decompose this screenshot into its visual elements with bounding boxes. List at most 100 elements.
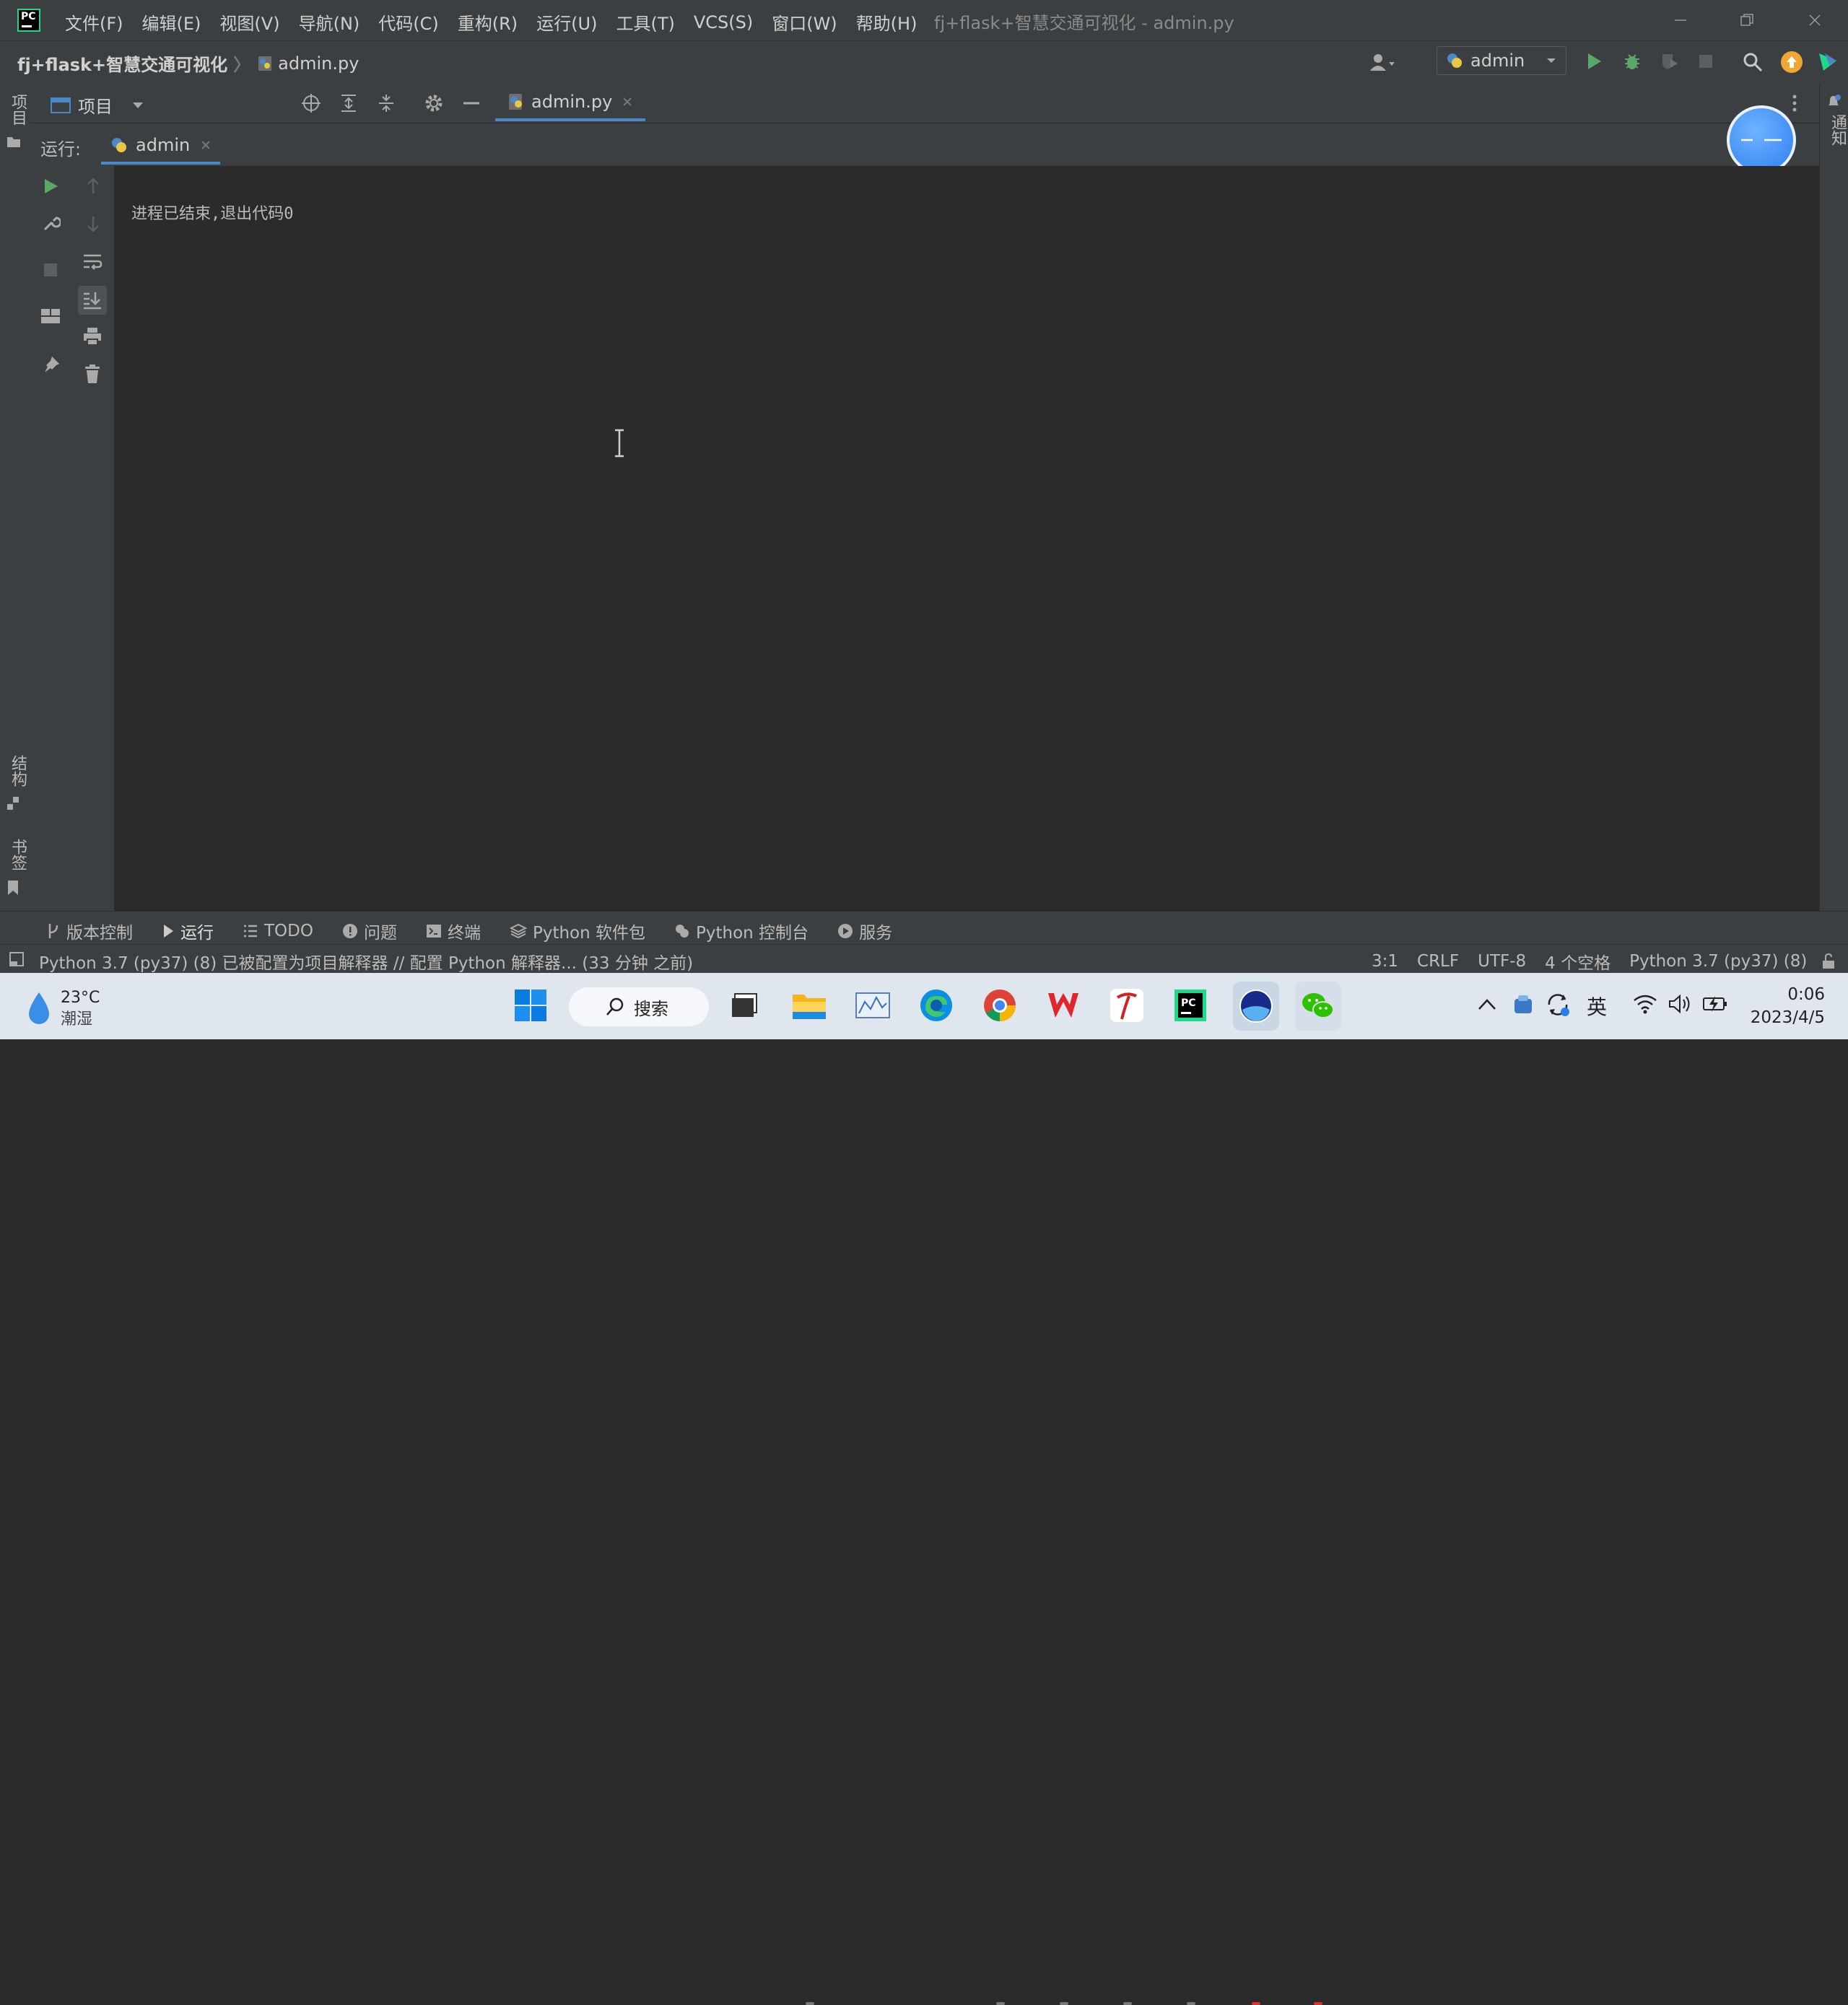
tab-todo[interactable]: TODO bbox=[243, 922, 313, 940]
soft-wrap-button[interactable] bbox=[82, 253, 103, 271]
project-view-selector[interactable]: 项目 bbox=[51, 92, 144, 118]
minimize-button[interactable] bbox=[1647, 0, 1714, 40]
run-label: 运行: bbox=[40, 139, 82, 160]
restore-button[interactable] bbox=[1714, 0, 1780, 40]
status-message[interactable]: Python 3.7 (py37) (8) 已被配置为项目解释器 // 配置 P… bbox=[39, 949, 693, 974]
print-button[interactable] bbox=[82, 326, 103, 346]
wps-office-app[interactable] bbox=[1042, 984, 1084, 1026]
input-method-indicator[interactable]: 英 bbox=[1587, 992, 1607, 1021]
tab-python-console[interactable]: Python 控制台 bbox=[674, 919, 808, 943]
close-tab-icon[interactable] bbox=[200, 139, 212, 151]
scroll-to-end-icon bbox=[84, 292, 101, 310]
unlock-icon[interactable] bbox=[1821, 953, 1836, 970]
pin-tab-button[interactable] bbox=[42, 355, 61, 374]
coverage-button[interactable] bbox=[1660, 52, 1679, 71]
menu-run[interactable]: 运行(U) bbox=[536, 9, 597, 35]
hide-panel-button[interactable] bbox=[461, 92, 482, 114]
line-separator[interactable]: CRLF bbox=[1417, 952, 1459, 971]
clock[interactable]: 0:06 2023/4/5 bbox=[1745, 983, 1825, 1029]
editor-tab-admin[interactable]: admin.py bbox=[495, 85, 646, 121]
tab-version-control[interactable]: 版本控制 bbox=[46, 919, 133, 943]
tab-run-label: 运行 bbox=[180, 924, 214, 943]
task-view-button[interactable] bbox=[723, 984, 765, 1026]
tray-app-icon[interactable] bbox=[1512, 993, 1535, 1016]
tab-problems[interactable]: 问题 bbox=[342, 919, 397, 943]
folder-icon bbox=[7, 137, 20, 147]
breadcrumb-file[interactable]: admin.py bbox=[278, 53, 359, 74]
tab-services[interactable]: 服务 bbox=[837, 919, 892, 943]
tray-overflow-button[interactable] bbox=[1477, 996, 1497, 1013]
rerun-button[interactable] bbox=[42, 178, 59, 195]
notifications-tool-button[interactable]: 通知 bbox=[1826, 94, 1848, 150]
editor-more-button[interactable] bbox=[1790, 94, 1799, 113]
menu-navigate[interactable]: 导航(N) bbox=[299, 9, 360, 35]
photos-app[interactable] bbox=[852, 984, 894, 1026]
typora-app[interactable] bbox=[1106, 984, 1148, 1026]
taskbar-search[interactable]: 搜索 bbox=[569, 987, 709, 1026]
weather-widget[interactable]: 23°C 潮湿 bbox=[25, 987, 100, 1031]
floating-timer-widget[interactable] bbox=[1727, 105, 1796, 175]
run-config-selector[interactable]: admin bbox=[1437, 46, 1566, 75]
run-button[interactable] bbox=[1585, 52, 1603, 71]
menu-edit[interactable]: 编辑(E) bbox=[142, 9, 201, 35]
next-occurrence-button[interactable] bbox=[85, 215, 101, 232]
debug-button[interactable] bbox=[1623, 52, 1642, 71]
close-button[interactable] bbox=[1782, 0, 1848, 40]
stop-run-button[interactable] bbox=[43, 263, 58, 277]
structure-tool-label: 结构 bbox=[9, 755, 27, 787]
file-explorer-app[interactable] bbox=[788, 984, 830, 1026]
toggle-tool-windows-button[interactable] bbox=[9, 951, 25, 967]
python-interpreter[interactable]: Python 3.7 (py37) (8) bbox=[1629, 952, 1807, 971]
run-tab-admin[interactable]: admin bbox=[101, 128, 221, 165]
menu-window[interactable]: 窗口(W) bbox=[772, 9, 837, 35]
wifi-status[interactable] bbox=[1633, 993, 1657, 1015]
console-output[interactable] bbox=[114, 166, 1819, 911]
previous-occurrence-button[interactable] bbox=[85, 178, 101, 195]
pycharm-app[interactable]: PC bbox=[1169, 984, 1211, 1026]
update-button[interactable] bbox=[1780, 51, 1803, 74]
search-everywhere-button[interactable] bbox=[1743, 52, 1763, 72]
search-icon bbox=[606, 997, 624, 1015]
tab-python-console-label: Python 控制台 bbox=[696, 924, 809, 943]
expand-all-button[interactable] bbox=[338, 92, 359, 114]
jetbrains-toolbox-icon[interactable] bbox=[1816, 51, 1839, 74]
edge-browser-app[interactable] bbox=[915, 984, 957, 1026]
file-encoding[interactable]: UTF-8 bbox=[1478, 952, 1526, 971]
vcs-user-button[interactable] bbox=[1369, 52, 1395, 74]
run-toolbar-secondary bbox=[72, 166, 115, 911]
menu-refactor[interactable]: 重构(R) bbox=[458, 9, 518, 35]
volume-status[interactable] bbox=[1668, 993, 1692, 1015]
tray-sync-icon[interactable] bbox=[1545, 992, 1571, 1018]
locate-file-button[interactable] bbox=[300, 92, 322, 114]
sync-icon bbox=[1548, 994, 1569, 1016]
wechat-app[interactable] bbox=[1295, 982, 1341, 1031]
chrome-browser-app[interactable] bbox=[979, 984, 1021, 1026]
tab-python-packages[interactable]: Python 软件包 bbox=[509, 919, 645, 943]
collapse-all-button[interactable] bbox=[375, 92, 397, 114]
menu-vcs[interactable]: VCS(S) bbox=[694, 12, 753, 32]
recorder-app[interactable] bbox=[1233, 982, 1279, 1031]
more-vertical-icon bbox=[1792, 95, 1797, 112]
close-tab-icon[interactable] bbox=[621, 95, 634, 108]
panel-settings-button[interactable] bbox=[423, 92, 445, 114]
menu-file[interactable]: 文件(F) bbox=[65, 9, 123, 35]
menu-tools[interactable]: 工具(T) bbox=[616, 9, 674, 35]
battery-status[interactable] bbox=[1702, 993, 1728, 1015]
indent-setting[interactable]: 4 个空格 bbox=[1545, 949, 1611, 974]
menu-help[interactable]: 帮助(H) bbox=[856, 9, 918, 35]
clear-all-button[interactable] bbox=[84, 364, 101, 384]
tab-run[interactable]: 运行 bbox=[162, 919, 214, 943]
crosshair-icon bbox=[302, 94, 321, 113]
chevron-down-icon bbox=[133, 102, 143, 108]
layout-button[interactable] bbox=[40, 307, 61, 325]
scroll-to-end-button[interactable] bbox=[78, 286, 107, 315]
edit-config-button[interactable] bbox=[42, 214, 61, 232]
edge-icon bbox=[920, 990, 952, 1021]
tab-terminal[interactable]: 终端 bbox=[426, 919, 481, 943]
menu-code[interactable]: 代码(C) bbox=[378, 9, 438, 35]
menu-view[interactable]: 视图(V) bbox=[219, 9, 279, 35]
start-button[interactable] bbox=[510, 984, 552, 1026]
caret-position[interactable]: 3:1 bbox=[1372, 952, 1398, 971]
stop-button[interactable] bbox=[1698, 53, 1714, 69]
breadcrumb-project[interactable]: fj+flask+智慧交通可视化 bbox=[17, 51, 227, 76]
